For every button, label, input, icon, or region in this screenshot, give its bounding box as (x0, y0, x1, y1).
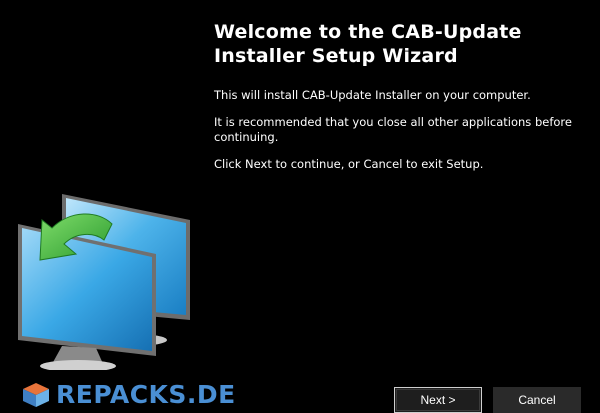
wizard-title: Welcome to the CAB-Update Installer Setu… (214, 21, 522, 67)
install-description: This will install CAB-Update Installer o… (214, 88, 531, 102)
logo-text: REPACKS.DE (56, 380, 236, 409)
monitors-update-icon (18, 194, 190, 370)
wizard-side-panel (0, 0, 192, 380)
welcome-content: Welcome to the CAB-Update Installer Setu… (214, 20, 586, 184)
cancel-button[interactable]: Cancel (493, 387, 581, 413)
close-apps-recommendation: It is recommended that you close all oth… (214, 115, 572, 144)
cube-logo-icon (23, 383, 49, 407)
repacks-logo: REPACKS.DE (22, 380, 236, 409)
next-button[interactable]: Next > (394, 387, 482, 413)
next-cancel-instruction: Click Next to continue, or Cancel to exi… (214, 157, 484, 171)
